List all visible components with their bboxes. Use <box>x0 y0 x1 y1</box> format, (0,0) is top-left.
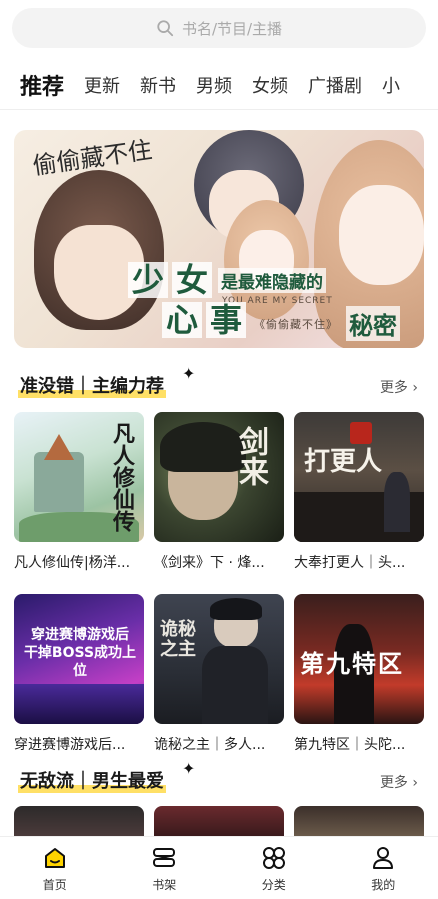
banner-title: 少 女 是最难隐藏的 YOU ARE MY SECRET 心 事 《偷偷藏不住》… <box>126 262 416 342</box>
banner-title-char: 事 <box>206 302 247 338</box>
book-cover: 剑来 <box>154 412 284 542</box>
nav-label: 我的 <box>371 877 396 892</box>
nav-label: 分类 <box>261 877 286 892</box>
hero-banner[interactable]: 偷偷藏不住 少 女 是最难隐藏的 YOU ARE MY SECRET 心 事 《… <box>14 130 424 348</box>
banner-book-name: 《偷偷藏不住》 <box>254 318 338 331</box>
tab-new-books[interactable]: 新书 <box>140 72 176 98</box>
search-bar[interactable]: 书名/节目/主播 <box>12 8 426 48</box>
tab-male[interactable]: 男频 <box>196 72 232 98</box>
book-cover: 打更人 <box>294 412 424 542</box>
tab-radio-drama[interactable]: 广播剧 <box>308 72 362 98</box>
bookshelf-icon <box>153 847 176 867</box>
section-title: 准没错｜主编力荐 <box>18 372 166 398</box>
cover-title: 穿进赛博游戏后 干掉BOSS成功上位 <box>23 627 137 679</box>
book-cover: 凡人修仙传 <box>14 412 144 542</box>
banner-title-char: 少 <box>128 262 169 298</box>
more-link[interactable]: 更多 › <box>380 377 418 397</box>
banner-secret: 秘密 <box>346 306 400 341</box>
cover-title: 打更人 <box>304 447 383 477</box>
banner-title-char: 心 <box>162 302 203 338</box>
book-card[interactable]: 凡人修仙传 凡人修仙传|杨洋... <box>14 412 144 572</box>
book-caption: 第九特区｜头陀... <box>294 737 406 753</box>
book-caption: 诡秘之主｜多人... <box>154 737 266 753</box>
profile-icon <box>373 846 394 869</box>
book-caption: 大奉打更人｜头... <box>294 555 406 571</box>
cover-title: 第九特区 <box>300 649 404 678</box>
cover-title: 诡秘之主 <box>160 619 196 660</box>
nav-home[interactable]: 首页 <box>0 837 110 899</box>
nav-label: 书架 <box>152 877 177 892</box>
nav-label: 首页 <box>42 877 67 892</box>
tab-updates[interactable]: 更新 <box>84 72 120 98</box>
nav-profile[interactable]: 我的 <box>329 837 438 899</box>
book-card[interactable]: 穿进赛博游戏后 干掉BOSS成功上位 穿进赛博游戏后... <box>14 594 144 754</box>
nav-category[interactable]: 分类 <box>219 837 329 899</box>
category-tabs: 推荐 更新 新书 男频 女频 广播剧 小 <box>0 60 438 110</box>
search-placeholder: 书名/节目/主播 <box>181 19 283 38</box>
banner-phrase: 是最难隐藏的 <box>218 268 326 293</box>
book-cover: 穿进赛博游戏后 干掉BOSS成功上位 <box>14 594 144 724</box>
book-card[interactable]: 诡秘之主 诡秘之主｜多人... <box>154 594 284 754</box>
tab-recommend[interactable]: 推荐 <box>20 69 64 101</box>
section-header-editor-picks: 准没错｜主编力荐 ✦ 更多 › <box>14 364 424 402</box>
sparkle-icon: ✦ <box>182 364 196 383</box>
book-caption: 《剑来》下 · 烽... <box>154 555 265 571</box>
book-cover-partial[interactable] <box>14 806 144 836</box>
book-caption: 凡人修仙传|杨洋... <box>14 555 131 571</box>
cover-title: 剑来 <box>233 426 268 486</box>
book-cover-partial[interactable] <box>154 806 284 836</box>
tab-female[interactable]: 女频 <box>252 72 288 98</box>
book-cover: 第九特区 <box>294 594 424 724</box>
nav-bookshelf[interactable]: 书架 <box>110 837 220 899</box>
book-caption: 穿进赛博游戏后... <box>14 737 126 753</box>
home-icon <box>44 847 65 868</box>
sparkle-icon: ✦ <box>182 759 196 778</box>
banner-title-char: 女 <box>172 262 213 298</box>
book-card[interactable]: 第九特区 第九特区｜头陀... <box>294 594 424 754</box>
book-card[interactable]: 打更人 大奉打更人｜头... <box>294 412 424 572</box>
bottom-navigation: 首页 书架 分类 我的 <box>0 836 438 899</box>
tab-more-partial[interactable]: 小 <box>382 72 400 98</box>
book-card[interactable]: 剑来 《剑来》下 · 烽... <box>154 412 284 572</box>
search-icon <box>157 20 174 37</box>
book-cover: 诡秘之主 <box>154 594 284 724</box>
section-title: 无敌流｜男生最爱 <box>18 767 166 793</box>
category-icon <box>262 846 285 869</box>
book-cover-partial[interactable] <box>294 806 424 836</box>
section-header-invincible: 无敌流｜男生最爱 ✦ 更多 › <box>14 759 424 797</box>
cover-title: 凡人修仙传 <box>109 422 135 532</box>
more-link[interactable]: 更多 › <box>380 772 418 792</box>
